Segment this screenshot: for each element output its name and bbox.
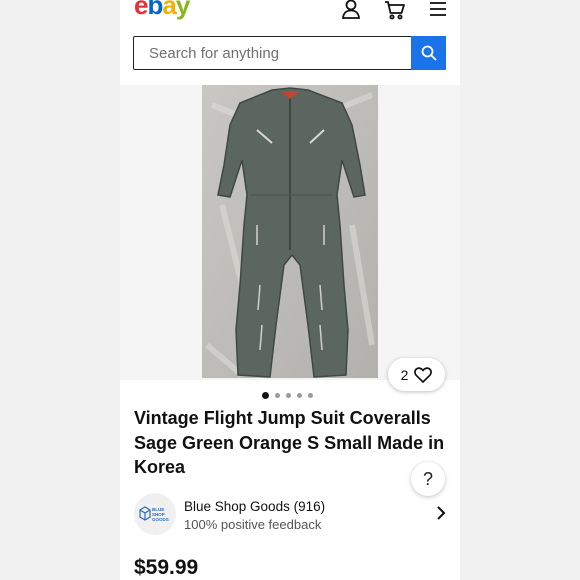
logo-letter-y: y (175, 0, 191, 20)
user-icon[interactable] (340, 0, 362, 20)
pagination-dot[interactable] (297, 392, 302, 398)
ebay-logo[interactable]: ebay (134, 0, 191, 20)
search-input[interactable] (134, 37, 411, 69)
listing-title: Vintage Flight Jump Suit Coveralls Sage … (134, 408, 445, 477)
gallery-pagination[interactable] (262, 391, 313, 399)
pagination-dot[interactable] (262, 391, 269, 399)
help-label: ? (422, 468, 433, 489)
seller-avatar: BLUE SHOP GOODS (134, 493, 176, 535)
product-image[interactable] (202, 85, 378, 378)
mobile-page: ebay Search for anything 2 Vintage Fligh… (120, 0, 460, 580)
search-button[interactable] (411, 36, 446, 70)
search-bar (133, 36, 446, 70)
seller-logo-line3: GOODS (152, 517, 169, 522)
pagination-dot[interactable] (286, 392, 291, 398)
heart-icon (414, 366, 433, 383)
chevron-right-icon (437, 506, 446, 520)
logo-letter-e: e (134, 0, 149, 20)
watch-count: 2 (400, 366, 409, 383)
menu-icon[interactable] (427, 0, 449, 20)
image-gallery[interactable] (120, 85, 460, 380)
logo-letter-a: a (162, 0, 177, 20)
seller-info[interactable]: BLUE SHOP GOODS Blue Shop Goods (916) 10… (134, 493, 446, 537)
help-button[interactable]: ? (411, 462, 445, 496)
seller-feedback: 100% positive feedback (184, 517, 322, 532)
box-icon (139, 506, 151, 521)
listing-price: $59.99 (134, 556, 199, 579)
pagination-dot[interactable] (275, 392, 280, 398)
seller-name: Blue Shop Goods (916) (184, 499, 326, 514)
search-icon (421, 45, 437, 61)
logo-letter-b: b (147, 0, 163, 20)
watch-button[interactable]: 2 (388, 358, 445, 391)
cart-icon[interactable] (384, 0, 406, 20)
pagination-dot[interactable] (308, 392, 313, 398)
